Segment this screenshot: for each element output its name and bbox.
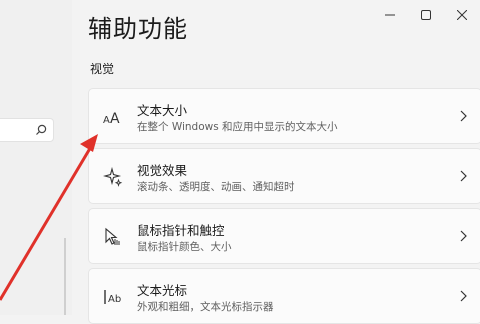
section-heading: 视觉 <box>90 62 115 76</box>
setting-title: 视觉效果 <box>137 163 188 178</box>
svg-text:Ab: Ab <box>108 294 121 305</box>
setting-text-size[interactable]: AA 文本大小 在整个 Windows 和应用中显示的文本大小 <box>88 88 480 144</box>
search-input[interactable] <box>0 118 54 142</box>
setting-description: 滚动条、透明度、动画、通知超时 <box>137 181 295 193</box>
svg-text:A: A <box>110 111 120 125</box>
minimize-button[interactable] <box>372 0 408 30</box>
sparkle-icon <box>103 167 123 187</box>
window-controls <box>372 0 480 30</box>
text-cursor-icon: Ab <box>103 287 123 307</box>
close-icon <box>457 10 467 20</box>
maximize-icon <box>421 10 431 20</box>
setting-visual-effects[interactable]: 视觉效果 滚动条、透明度、动画、通知超时 <box>88 148 480 204</box>
svg-text:A: A <box>103 115 110 125</box>
setting-description: 鼠标指针颜色、大小 <box>137 241 232 253</box>
chevron-right-icon <box>460 110 467 122</box>
setting-title: 文本大小 <box>137 103 188 118</box>
text-size-icon: AA <box>103 107 123 127</box>
minimize-icon <box>385 14 395 16</box>
setting-title: 文本光标 <box>137 283 188 298</box>
nav-scrollbar[interactable] <box>64 238 66 315</box>
setting-mouse-pointer-touch[interactable]: 鼠标指针和触控 鼠标指针颜色、大小 <box>88 208 480 264</box>
chevron-right-icon <box>460 290 467 302</box>
maximize-button[interactable] <box>408 0 444 30</box>
search-icon <box>36 124 47 135</box>
chevron-right-icon <box>460 170 467 182</box>
setting-text-cursor[interactable]: Ab 文本光标 外观和粗细，文本光标指示器 <box>88 268 480 324</box>
navigation-pane <box>0 0 72 315</box>
setting-description: 外观和粗细，文本光标指示器 <box>137 301 274 313</box>
mouse-pointer-touch-icon <box>103 227 123 247</box>
chevron-right-icon <box>460 230 467 242</box>
setting-title: 鼠标指针和触控 <box>137 223 225 238</box>
page-title: 辅助功能 <box>88 15 188 43</box>
close-button[interactable] <box>444 0 480 30</box>
setting-description: 在整个 Windows 和应用中显示的文本大小 <box>137 121 338 133</box>
